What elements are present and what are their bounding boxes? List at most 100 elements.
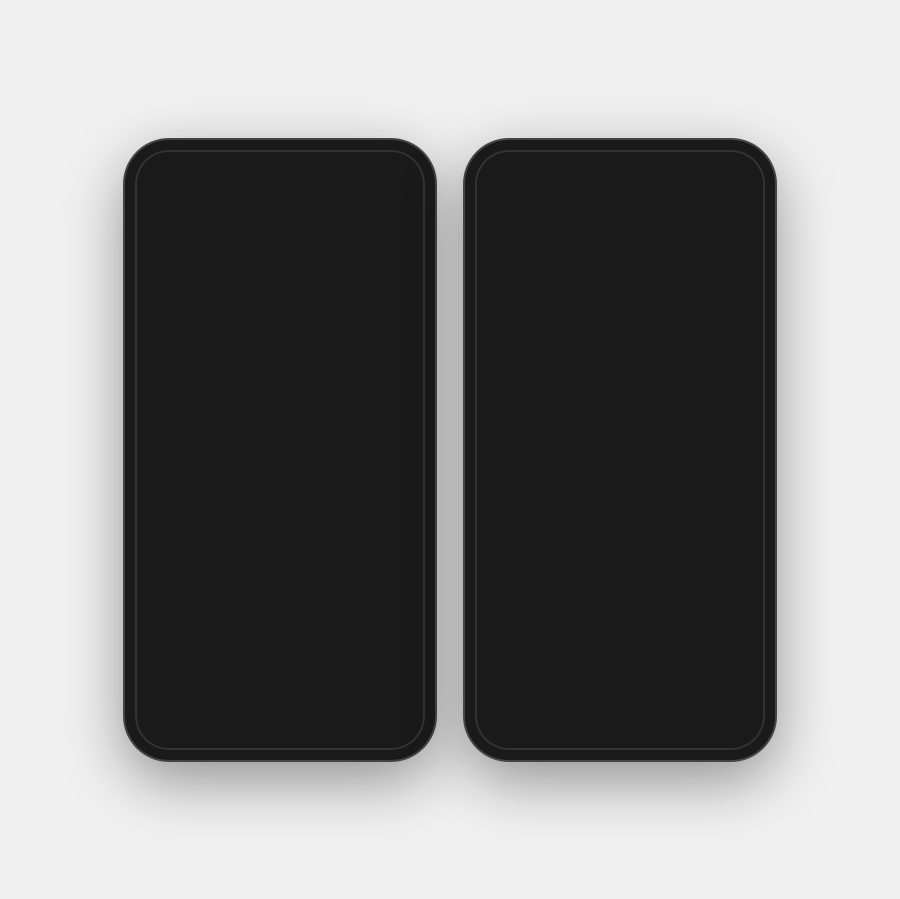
fork-decoration [505,495,535,510]
classes-icon-container [208,693,236,717]
classes-icon-2 [551,696,573,714]
recipes-icon-container-2 [606,693,634,717]
cook-step-button[interactable]: COOK STEP BY STEP [177,635,383,674]
nav-label-classes-2: CLASSES [539,719,585,729]
grain-image [621,607,766,679]
nav-item-profile[interactable]: PROFILE [367,693,425,729]
soup-image [621,410,766,510]
nav-item-classes-2[interactable]: CLASSES [533,693,591,729]
nav-item-shows[interactable]: SHOWS [309,693,367,729]
back-button-2[interactable]: ← [491,172,511,195]
nav-item-explore-2[interactable]: ✦ EXPLORE [475,693,533,729]
phone-screen-1: ← ↗ ⚑ Instant Pot Carnitas ★★★★★ See 10 [135,150,425,750]
share-icon-2[interactable]: ↗ [704,173,719,194]
meta-value-total: 1 hr 40 min [199,524,254,536]
classes-icon-container-2 [548,693,576,717]
meta-label-yield: YIELD [280,540,320,552]
phone-screen-2: ← ↗ ⚑ HEALTHY BEAT-THE-CLOCK DINNERS 22 … [475,150,765,750]
select-all-text: Select All [183,606,241,622]
nav-label-explore-2: EXPLORE [481,719,528,729]
card-image-3 [475,607,620,679]
frittata-image [475,607,620,679]
nav-item-explore[interactable]: ✦ EXPLORE [135,693,193,729]
recipe-meta: TOTAL 1 hr 40 min LEVEL Easy ACTIVE 15 m… [151,524,409,565]
shows-icon-container [324,693,352,717]
rating-row: ★★★★★ See 100 Reviews [151,433,409,453]
star-rating: ★★★★★ [151,433,228,453]
bottom-nav-2: ✦ EXPLORE CLASSES [475,680,765,750]
select-all-checkbox[interactable] [151,603,173,625]
card-star-rating-2: ★★★★★ [631,585,680,598]
recipe-card-4[interactable]: FOOD NETWORK KITCHEN Grain Bowl with Roa… [621,607,766,679]
play-triangle-icon [273,260,291,280]
salad-image [475,410,620,510]
nav-label-shows: SHOWS [320,719,357,729]
meta-level: LEVEL Easy [280,524,409,536]
card-star-rating-1: ★★★★★ [485,568,534,581]
fn-logo-text: foodnetwork [154,472,185,490]
meta-label-total: TOTAL [151,524,191,536]
profile-icon [385,694,407,716]
recipe-content: Instant Pot Carnitas ★★★★★ See 100 Revie… [135,390,425,680]
shows-icon-2 [667,696,689,714]
meta-value-active: 15 min [202,540,235,552]
explore-icon-container-2: ✦ [490,693,518,717]
hero-badge[interactable]: 22 RECIPES [491,331,593,350]
recipes-icon-container [266,693,294,717]
nav-item-recipes-2[interactable]: RECIPES [591,693,649,729]
classes-icon [211,696,233,714]
shows-icon-container-2 [664,693,692,717]
card-source-1: FOOD NETWORK KITCHEN [485,518,610,527]
recipe-hero-image: ← ↗ ⚑ [135,150,425,390]
explore-icon-container: ✦ [150,693,178,717]
meta-value-level: Easy [328,524,352,536]
author-name: Food Network Kitchen [197,473,335,489]
shows-icon [327,696,349,714]
meta-label-active: ACTIVE [151,540,194,552]
nav-item-profile-2[interactable]: PROFILE [707,693,765,729]
nav-right-2: ↗ ⚑ [704,173,749,194]
play-button[interactable] [254,244,306,296]
bookmark-icon-2[interactable]: ⚑ [733,173,749,194]
profile-icon-2 [725,694,747,716]
card-title-2: White Bean Soup with Toasted Tomato [631,530,756,581]
nav-item-shows-2[interactable]: SHOWS [649,693,707,729]
bottom-nav-1: ✦ EXPLORE CLASSES [135,680,425,750]
ingredients-label: INGREDIENTS [151,578,244,592]
meta-yield: YIELD 4 servings [280,540,409,552]
recipe-card-1[interactable]: FOOD NETWORK KITCHEN Chicken, Rice and G… [475,410,620,607]
card-body-2: FOOD NETWORK KITCHEN White Bean Soup wit… [621,510,766,607]
nav-item-classes[interactable]: CLASSES [193,693,251,729]
shredded-1 [195,350,275,370]
salad-grain [570,440,610,475]
hero-text: HEALTHY BEAT-THE-CLOCK DINNERS 22 RECIPE… [491,237,734,350]
recipes-icon [269,694,291,716]
nav-item-recipes[interactable]: RECIPES [251,693,309,729]
explore-icon-2: ✦ [496,693,513,718]
food-network-logo: foodnetwork [151,463,187,499]
card-stars-row-2: ★★★★★ (40) [631,585,756,598]
meta-total: TOTAL 1 hr 40 min [151,524,280,536]
bookmark-icon[interactable]: ⚑ [393,173,409,194]
ingredients-header: INGREDIENTS Add notes 📋 [151,577,409,593]
share-icon[interactable]: ↗ [364,173,379,194]
recipe-card-3[interactable]: FOOD NETWORK KITCHEN Vegetable Frittata … [475,607,620,679]
card-body-1: FOOD NETWORK KITCHEN Chicken, Rice and G… [475,510,620,590]
hero-title-2: BEAT-THE-CLOCK [491,265,734,294]
card-stars-row-1: ★★★★★ (50) [485,568,610,581]
hero-title-3: DINNERS [491,294,734,323]
back-button[interactable]: ← [151,172,171,195]
select-all-row: Select All [151,603,409,625]
card-source-2: FOOD NETWORK KITCHEN [631,518,756,527]
add-notes-button[interactable]: Add notes 📋 [330,577,409,593]
phone1-scroll-area: ← ↗ ⚑ Instant Pot Carnitas ★★★★★ See 10 [135,150,425,680]
recipes-hero: ← ↗ ⚑ HEALTHY BEAT-THE-CLOCK DINNERS 22 … [475,150,765,410]
nav-label-recipes: RECIPES [258,719,301,729]
reviews-link[interactable]: See 100 Reviews [234,435,335,450]
recipe-card-2[interactable]: FOOD NETWORK KITCHEN White Bean Soup wit… [621,410,766,607]
nav-label-profile: PROFILE [375,719,418,729]
nav-bar-1: ← ↗ ⚑ [135,162,425,206]
meta-active: ACTIVE 15 min [151,540,280,552]
nav-label-explore: EXPLORE [141,719,188,729]
phone-2: ← ↗ ⚑ HEALTHY BEAT-THE-CLOCK DINNERS 22 … [465,140,775,760]
